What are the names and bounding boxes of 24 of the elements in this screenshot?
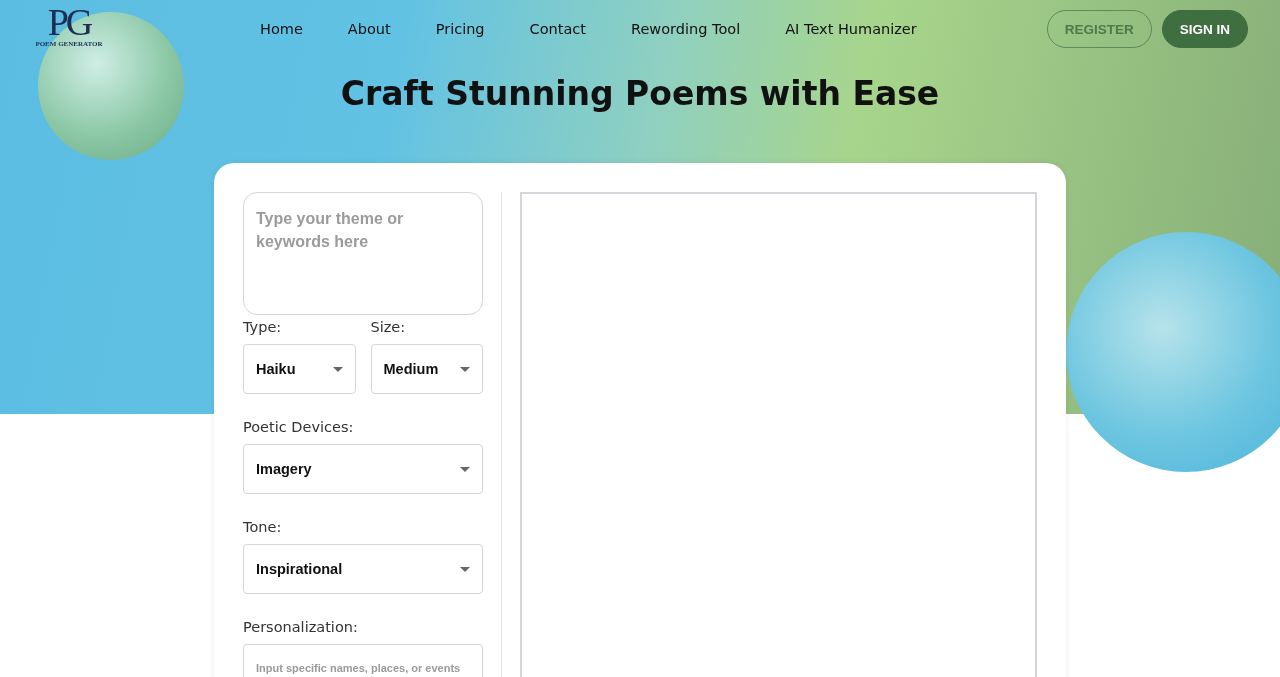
field-label: Type: bbox=[243, 319, 283, 335]
dropdown-select[interactable]: Medium bbox=[370, 344, 483, 394]
field-label: Tone: bbox=[243, 519, 283, 535]
theme-input-field[interactable]: Type your theme or keywords here bbox=[243, 192, 483, 315]
nav-link[interactable]: Pricing bbox=[435, 21, 485, 37]
caret-icon bbox=[332, 366, 343, 372]
field-label: Personalization: bbox=[243, 619, 359, 635]
field-label: Poetic Devices: bbox=[243, 419, 355, 435]
poem-output-box[interactable] bbox=[520, 192, 1037, 677]
nav-link[interactable]: About bbox=[347, 21, 391, 37]
logo-mark[interactable]: PG bbox=[47, 4, 91, 40]
dropdown-select[interactable]: Imagery bbox=[243, 444, 483, 494]
dropdown-select[interactable]: Inspirational bbox=[243, 544, 483, 594]
caret-icon bbox=[460, 566, 470, 572]
caret-icon bbox=[460, 366, 470, 372]
nav-link[interactable]: Rewording Tool bbox=[631, 21, 741, 37]
personalization-input-field[interactable]: Input specific names, places, or events bbox=[243, 644, 483, 677]
nav-link[interactable]: Contact bbox=[529, 21, 586, 37]
caret-icon bbox=[460, 466, 470, 472]
field-label: Size: bbox=[370, 319, 407, 335]
page-headline: Craft Stunning Poems with Ease bbox=[339, 74, 941, 113]
dropdown-select[interactable]: Haiku bbox=[243, 344, 356, 394]
nav-link[interactable]: Home bbox=[260, 21, 303, 37]
nav-link[interactable]: AI Text Humanizer bbox=[785, 21, 917, 37]
